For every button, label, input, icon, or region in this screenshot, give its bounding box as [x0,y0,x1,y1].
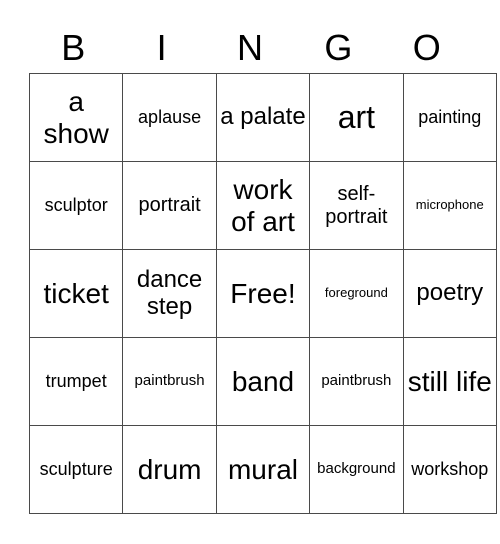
bingo-cell[interactable]: paintbrush [122,337,217,426]
bingo-grid: a show aplause a palate art painting scu… [28,73,497,514]
free-space-cell[interactable]: Free! [215,249,311,338]
bingo-cell[interactable]: art [309,73,404,162]
bingo-cell[interactable]: poetry [402,249,497,338]
header-letter-b: B [61,27,86,68]
bingo-cell[interactable]: paintbrush [309,337,404,426]
bingo-cell[interactable]: trumpet [28,337,124,426]
header-letter-o: O [412,27,441,68]
bingo-cell[interactable]: painting [402,73,497,162]
bingo-cell[interactable]: foreground [309,249,404,338]
bingo-cell[interactable]: aplause [122,73,217,162]
bingo-cell[interactable]: mural [215,425,311,514]
bingo-cell[interactable]: sculpture [28,425,124,514]
bingo-cell[interactable]: still life [402,337,497,426]
bingo-cell[interactable]: drum [122,425,217,514]
bingo-cell[interactable]: portrait [122,161,217,250]
grid-row: ticket dance step Free! foreground poetr… [28,249,497,338]
bingo-cell[interactable]: dance step [122,249,217,338]
header-letter-n: N [236,27,263,68]
grid-row: sculptor portrait work of art self-portr… [28,161,497,250]
bingo-cell[interactable]: a show [28,73,124,162]
bingo-cell[interactable]: ticket [28,249,124,338]
bingo-cell[interactable]: band [215,337,311,426]
bingo-cell[interactable]: work of art [215,161,311,250]
header-letter-i: I [156,27,167,68]
bingo-cell[interactable]: sculptor [28,161,124,250]
bingo-cell[interactable]: self-portrait [309,161,404,250]
bingo-cell[interactable]: microphone [402,161,497,250]
grid-row: trumpet paintbrush band paintbrush still… [28,337,497,426]
bingo-cell[interactable]: background [309,425,404,514]
bingo-cell[interactable]: workshop [402,425,497,514]
grid-row: sculpture drum mural background workshop [28,425,497,514]
bingo-header: B I N G O [29,24,471,72]
bingo-cell[interactable]: a palate [215,73,311,162]
header-letter-g: G [324,27,353,68]
grid-row: a show aplause a palate art painting [28,73,497,162]
